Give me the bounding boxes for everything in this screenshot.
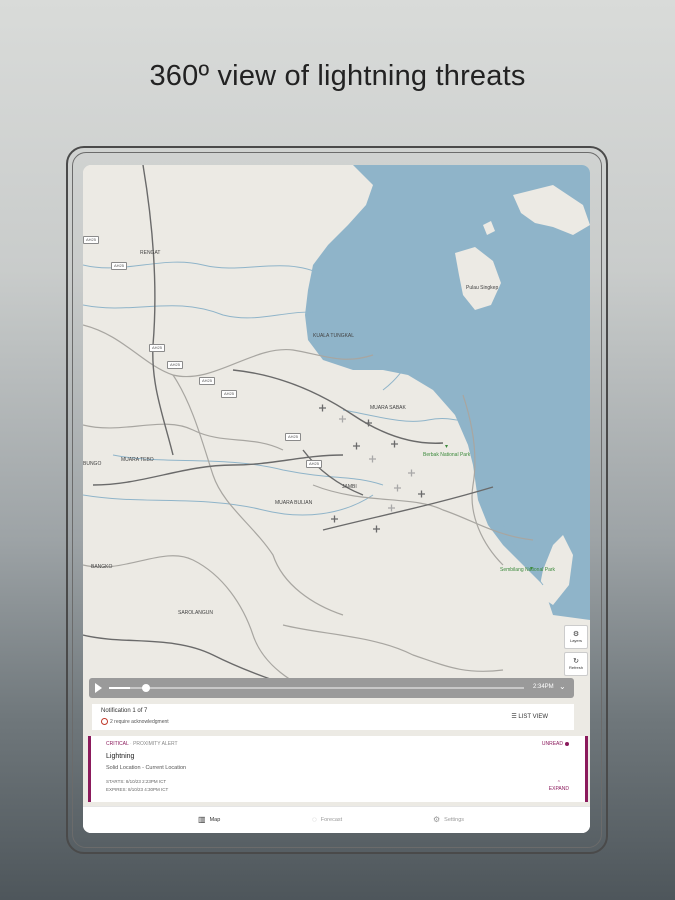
alert-circle-icon	[101, 718, 108, 725]
place-label-muara-bulian: MUARA BULIAN	[275, 500, 313, 506]
expand-button[interactable]: ⌃ EXPAND	[549, 780, 569, 792]
tab-settings-label: Settings	[444, 816, 465, 823]
tab-settings[interactable]: ⚙ Settings	[433, 815, 464, 824]
app-screen: RENGAT KUALA TUNGKAL MUARA SABAK MUARA T…	[83, 165, 590, 833]
place-label-muara-sabak: MUARA SABAK	[370, 405, 406, 411]
road-badge: AH25	[221, 390, 238, 398]
refresh-icon: ↻	[573, 658, 579, 665]
notification-bar: Notification 1 of 7 2 require acknowledg…	[92, 704, 574, 730]
road-badge: AH25	[167, 361, 184, 369]
gear-icon: ⚙	[433, 815, 441, 824]
place-label-rengat: RENGAT	[140, 250, 161, 256]
bottom-tab-bar: ▥ Map ◌ Forecast ⚙ Settings	[83, 806, 590, 833]
list-view-label: LIST VIEW	[518, 714, 548, 720]
place-label-pulau-singkep: Pulau Singkep	[466, 285, 499, 291]
forecast-icon: ◌	[312, 815, 317, 824]
unread-badge: UNREAD	[542, 741, 569, 747]
alert-start-time: STARTS: 8/10/23 2:23PM ICT	[106, 779, 167, 784]
ack-text: 2 require acknowledgment	[110, 718, 169, 725]
alert-level: CRITICAL	[106, 741, 129, 747]
layers-label: Layers	[569, 638, 582, 643]
playback-track[interactable]	[109, 687, 524, 689]
place-label-bungo: BUNGO	[83, 461, 102, 467]
road-badge: AH25	[111, 262, 128, 270]
road-badge: AH25	[149, 344, 166, 352]
alert-expiry-time: EXPIRES: 8/10/23 4:30PM ICT	[106, 787, 169, 792]
place-label-kuala-tungkal: KUALA TUNGKAL	[313, 333, 355, 339]
alert-kind: PROXIMITY ALERT	[133, 741, 178, 747]
unread-dot-icon	[565, 741, 569, 746]
chevron-down-icon[interactable]: ⌄	[559, 682, 566, 691]
place-label-sarolangun: SAROLANGUN	[178, 610, 214, 616]
road-badge: AH25	[306, 460, 323, 468]
alert-title: Lightning	[106, 753, 135, 760]
layers-button[interactable]: ⚙ Layers	[564, 625, 588, 649]
road-badge: AH25	[285, 433, 302, 441]
tab-forecast[interactable]: ◌ Forecast	[312, 815, 342, 824]
notification-count: Notification 1 of 7	[101, 708, 148, 714]
playback-time: 2:34PM	[533, 684, 554, 690]
expand-label: EXPAND	[548, 786, 569, 792]
playback-progress	[109, 687, 130, 689]
alert-card[interactable]: CRITICAL · PROXIMITY ALERT UNREAD Lightn…	[88, 736, 588, 802]
tab-map-label: Map	[209, 816, 221, 823]
road-badge: AH25	[199, 377, 216, 385]
acknowledgment-note: 2 require acknowledgment	[101, 718, 169, 725]
headline: 360º view of lightning threats	[149, 60, 526, 92]
place-label-berbak: Berbak National Park	[423, 452, 471, 458]
tab-forecast-label: Forecast	[320, 816, 343, 823]
playback-handle[interactable]	[141, 684, 150, 692]
play-icon[interactable]	[95, 683, 102, 693]
map-canvas[interactable]	[83, 165, 590, 833]
map-icon: ▥	[198, 815, 206, 824]
alert-category: CRITICAL · PROXIMITY ALERT	[106, 741, 178, 747]
place-label-bangko: BANGKO	[91, 564, 113, 570]
layers-icon: ⚙	[572, 631, 580, 638]
refresh-label: Refresh	[568, 665, 583, 670]
road-badge: AH25	[83, 236, 100, 244]
unread-label: UNREAD	[541, 741, 563, 747]
alert-location: Solid Location - Current Location	[106, 765, 187, 771]
place-label-muara-tebo: MUARA TEBO	[121, 457, 154, 463]
tab-map[interactable]: ▥ Map	[198, 815, 220, 824]
playback-bar: 2:34PM ⌄	[89, 678, 574, 698]
list-view-button[interactable]: ☰ LIST VIEW	[511, 713, 548, 720]
place-label-sembilang: Sembilang National Park	[500, 567, 556, 573]
refresh-button[interactable]: ↻ Refresh	[564, 652, 588, 676]
place-label-jambi: JAMBI	[342, 484, 357, 490]
